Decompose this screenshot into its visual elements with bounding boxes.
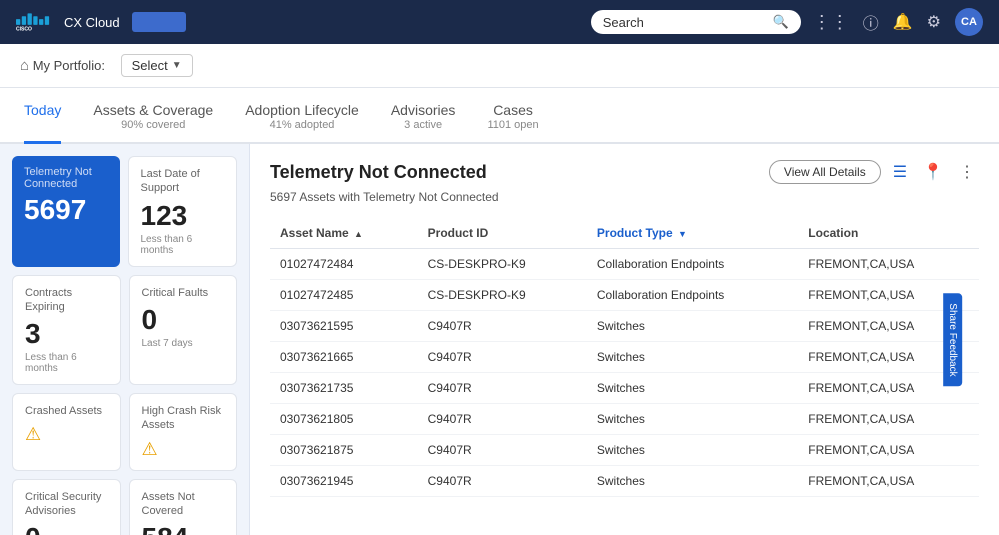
panel-subtitle: 5697 Assets with Telemetry Not Connected <box>270 190 979 204</box>
search-icon: 🔍 <box>773 14 789 30</box>
cell-location: FREMONT,CA,USA <box>798 249 979 280</box>
last-date-card: Last Date of Support 123 Less than 6 mon… <box>128 156 238 267</box>
cell-assetName: 03073621595 <box>270 311 418 342</box>
sidebar-row-2: Contracts Expiring 3 Less than 6 months … <box>12 275 237 386</box>
cell-productId: C9407R <box>418 373 587 404</box>
share-feedback-tab[interactable]: Share Feedback <box>943 293 962 386</box>
cell-assetName: 03073621665 <box>270 342 418 373</box>
critical-faults-card: Critical Faults 0 Last 7 days <box>129 275 238 386</box>
sidebar-row-3: Crashed Assets ⚠ High Crash Risk Assets … <box>12 393 237 471</box>
telemetry-card: Telemetry Not Connected 5697 <box>12 156 120 267</box>
cell-productId: CS-DESKPRO-K9 <box>418 280 587 311</box>
search-input[interactable] <box>603 15 767 30</box>
cell-productType: Switches <box>587 342 798 373</box>
tab-assets-coverage[interactable]: Assets & Coverage 90% covered <box>93 88 213 144</box>
high-crash-risk-warning-icon: ⚠ <box>142 439 225 460</box>
cell-location: FREMONT,CA,USA <box>798 466 979 497</box>
table-row: 01027472484CS-DESKPRO-K9Collaboration En… <box>270 249 979 280</box>
cisco-logo-icon: CISCO <box>16 13 52 31</box>
nav-icons: ⋮⋮ ⓘ 🔔 ⚙ CA <box>813 8 983 36</box>
table-row: 03073621665C9407RSwitchesFREMONT,CA,USA <box>270 342 979 373</box>
col-location[interactable]: Location <box>798 218 979 249</box>
cell-productId: CS-DESKPRO-K9 <box>418 249 587 280</box>
top-navigation: CISCO CX Cloud 🔍 ⋮⋮ ⓘ 🔔 ⚙ CA <box>0 0 999 44</box>
table-row: 03073621875C9407RSwitchesFREMONT,CA,USA <box>270 435 979 466</box>
cell-productType: Switches <box>587 311 798 342</box>
tab-cases[interactable]: Cases 1101 open <box>487 88 538 144</box>
contracts-expiring-card: Contracts Expiring 3 Less than 6 months <box>12 275 121 386</box>
table-row: 03073621945C9407RSwitchesFREMONT,CA,USA <box>270 466 979 497</box>
cell-productType: Switches <box>587 404 798 435</box>
critical-security-card: Critical Security Advisories 0 <box>12 479 121 535</box>
chevron-down-icon: ▼ <box>172 60 182 71</box>
assets-not-covered-card: Assets Not Covered 584 <box>129 479 238 535</box>
panel-actions: View All Details ☰ 📍 ⋮ <box>769 160 979 184</box>
cell-productId: C9407R <box>418 404 587 435</box>
svg-text:CISCO: CISCO <box>16 27 32 31</box>
portfolio-label: My Portfolio: Select ▼ <box>33 54 193 77</box>
cell-productType: Collaboration Endpoints <box>587 249 798 280</box>
assets-table: Asset Name ▲ Product ID Product Type ▼ L… <box>270 218 979 497</box>
nav-title-badge <box>132 12 187 32</box>
notifications-icon[interactable]: 🔔 <box>893 12 913 32</box>
portfolio-bar: ⌂ My Portfolio: Select ▼ <box>0 44 999 88</box>
grid-icon[interactable]: ⋮⋮ <box>813 12 849 33</box>
table-header-row: Asset Name ▲ Product ID Product Type ▼ L… <box>270 218 979 249</box>
cell-assetName: 01027472484 <box>270 249 418 280</box>
cell-location: FREMONT,CA,USA <box>798 404 979 435</box>
cell-productType: Switches <box>587 466 798 497</box>
sort-arrow-product-type: ▼ <box>678 229 687 239</box>
more-options-icon[interactable]: ⋮ <box>955 160 979 184</box>
cell-assetName: 01027472485 <box>270 280 418 311</box>
view-all-details-button[interactable]: View All Details <box>769 160 881 184</box>
panel-header: Telemetry Not Connected View All Details… <box>270 160 979 184</box>
cell-productType: Collaboration Endpoints <box>587 280 798 311</box>
tab-adoption-lifecycle[interactable]: Adoption Lifecycle 41% adopted <box>245 88 359 144</box>
high-crash-risk-card: High Crash Risk Assets ⚠ <box>129 393 238 471</box>
cell-assetName: 03073621805 <box>270 404 418 435</box>
cell-assetName: 03073621735 <box>270 373 418 404</box>
tabs-bar: Today Assets & Coverage 90% covered Adop… <box>0 88 999 144</box>
crashed-assets-warning-icon: ⚠ <box>25 424 108 445</box>
cell-productId: C9407R <box>418 466 587 497</box>
left-sidebar: Telemetry Not Connected 5697 Last Date o… <box>0 144 250 535</box>
sort-arrow-asset-name: ▲ <box>354 229 363 239</box>
right-panel: Telemetry Not Connected View All Details… <box>250 144 999 535</box>
crashed-assets-card: Crashed Assets ⚠ <box>12 393 121 471</box>
cell-location: FREMONT,CA,USA <box>798 435 979 466</box>
help-icon[interactable]: ⓘ <box>863 10 879 34</box>
cell-assetName: 03073621875 <box>270 435 418 466</box>
tab-today[interactable]: Today <box>24 88 61 144</box>
tab-advisories[interactable]: Advisories 3 active <box>391 88 456 144</box>
sidebar-row-1: Telemetry Not Connected 5697 Last Date o… <box>12 156 237 267</box>
table-row: 03073621805C9407RSwitchesFREMONT,CA,USA <box>270 404 979 435</box>
cell-productId: C9407R <box>418 311 587 342</box>
cell-productId: C9407R <box>418 435 587 466</box>
sidebar-row-4: Critical Security Advisories 0 Assets No… <box>12 479 237 535</box>
cell-productType: Switches <box>587 435 798 466</box>
col-product-id[interactable]: Product ID <box>418 218 587 249</box>
portfolio-select-button[interactable]: Select ▼ <box>121 54 193 77</box>
table-row: 03073621595C9407RSwitchesFREMONT,CA,USA <box>270 311 979 342</box>
panel-title: Telemetry Not Connected <box>270 162 487 183</box>
map-view-icon[interactable]: 📍 <box>919 160 947 184</box>
cell-productId: C9407R <box>418 342 587 373</box>
list-view-icon[interactable]: ☰ <box>889 160 911 184</box>
cisco-logo: CISCO <box>16 13 52 31</box>
col-asset-name[interactable]: Asset Name ▲ <box>270 218 418 249</box>
home-icon: ⌂ <box>20 57 29 74</box>
avatar[interactable]: CA <box>955 8 983 36</box>
settings-icon[interactable]: ⚙ <box>927 12 941 32</box>
cx-cloud-label: CX Cloud <box>64 15 120 30</box>
col-product-type[interactable]: Product Type ▼ <box>587 218 798 249</box>
table-row: 01027472485CS-DESKPRO-K9Collaboration En… <box>270 280 979 311</box>
search-bar[interactable]: 🔍 <box>591 10 801 34</box>
cell-assetName: 03073621945 <box>270 466 418 497</box>
main-content: Telemetry Not Connected 5697 Last Date o… <box>0 144 999 535</box>
cell-productType: Switches <box>587 373 798 404</box>
table-row: 03073621735C9407RSwitchesFREMONT,CA,USA <box>270 373 979 404</box>
